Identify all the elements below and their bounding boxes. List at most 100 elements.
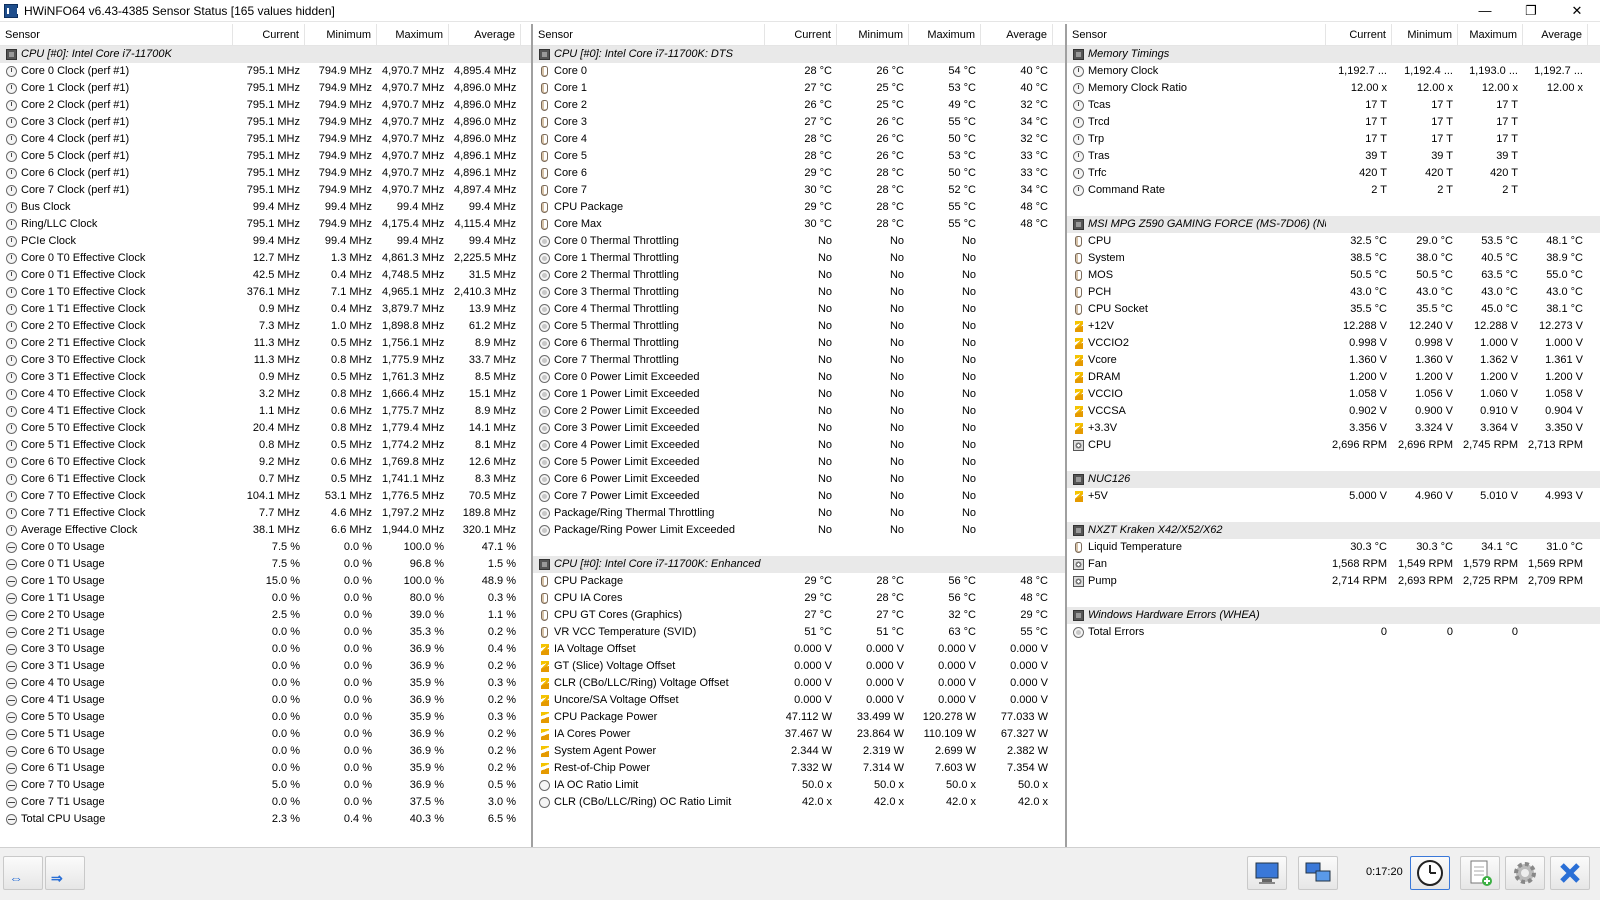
sensor-row[interactable]: CPU Socket 35.5 °C 35.5 °C 45.0 °C 38.1 °C	[1067, 301, 1600, 318]
sensor-row[interactable]: Core 0 28 °C 26 °C 54 °C 40 °C	[533, 63, 1065, 80]
column-header-maximum[interactable]: Maximum	[1458, 24, 1523, 46]
sensor-row[interactable]: Total Errors 0 0 0	[1067, 624, 1600, 641]
sensor-row[interactable]: GT (Slice) Voltage Offset 0.000 V 0.000 V 0…	[533, 658, 1065, 675]
sensor-row[interactable]: Fan 1,568 RPM 1,549 RPM 1,579 RPM 1,569 RPM	[1067, 556, 1600, 573]
sensor-row[interactable]: CPU GT Cores (Graphics) 27 °C 27 °C 32 °C 29…	[533, 607, 1065, 624]
sensor-row[interactable]: +5V 5.000 V 4.960 V 5.010 V 4.993 V	[1067, 488, 1600, 505]
sensor-row[interactable]: Core 6 Power Limit Exceeded No No No	[533, 471, 1065, 488]
collapse-left-button[interactable]: ⇔	[3, 856, 43, 890]
sensor-row[interactable]: Core 2 T0 Usage 2.5 % 0.0 % 39.0 % 1.1 %	[0, 607, 531, 624]
sensor-row[interactable]: +12V 12.288 V 12.240 V 12.288 V 12.273 V	[1067, 318, 1600, 335]
sensor-row[interactable]: MOS 50.5 °C 50.5 °C 63.5 °C 55.0 °C	[1067, 267, 1600, 284]
sensor-row[interactable]: Core 6 T1 Usage 0.0 % 0.0 % 35.9 % 0.2 %	[0, 760, 531, 777]
sensor-row[interactable]: Core 6 T0 Usage 0.0 % 0.0 % 36.9 % 0.2 %	[0, 743, 531, 760]
sensor-row[interactable]: Core 6 29 °C 28 °C 50 °C 33 °C	[533, 165, 1065, 182]
column-header-sensor[interactable]: Sensor	[1067, 24, 1326, 46]
column-header-maximum[interactable]: Maximum	[909, 24, 981, 46]
sensor-row[interactable]: Tcas 17 T 17 T 17 T	[1067, 97, 1600, 114]
column-header-average[interactable]: Average	[981, 24, 1053, 46]
sensor-row[interactable]: Liquid Temperature 30.3 °C 30.3 °C 34.1 °C 3…	[1067, 539, 1600, 556]
sensor-row[interactable]: +3.3V 3.356 V 3.324 V 3.364 V 3.350 V	[1067, 420, 1600, 437]
sensor-row[interactable]: CPU 2,696 RPM 2,696 RPM 2,745 RPM 2,713 RPM	[1067, 437, 1600, 454]
sensor-row[interactable]: VCCIO 1.058 V 1.056 V 1.060 V 1.058 V	[1067, 386, 1600, 403]
maximize-button[interactable]: ❐	[1508, 0, 1554, 22]
sensor-group-header[interactable]: Windows Hardware Errors (WHEA)	[1067, 607, 1600, 624]
sensor-row[interactable]: Core 4 T0 Usage 0.0 % 0.0 % 35.9 % 0.3 %	[0, 675, 531, 692]
sensor-row[interactable]: Tras 39 T 39 T 39 T	[1067, 148, 1600, 165]
sensor-row[interactable]: Core 6 Clock (perf #1) 795.1 MHz 794.9 MHz…	[0, 165, 531, 182]
sensor-row[interactable]: System Agent Power 2.344 W 2.319 W 2.699 W 2…	[533, 743, 1065, 760]
sensor-row[interactable]: CPU Package 29 °C 28 °C 56 °C 48 °C	[533, 573, 1065, 590]
sensor-row[interactable]: Rest-of-Chip Power 7.332 W 7.314 W 7.603 W 7…	[533, 760, 1065, 777]
column-header-sensor[interactable]: Sensor	[533, 24, 765, 46]
sensor-row[interactable]: Average Effective Clock 38.1 MHz 6.6 MHz 1,…	[0, 522, 531, 539]
settings-button[interactable]	[1505, 856, 1545, 890]
sensor-row[interactable]: Core 2 Thermal Throttling No No No	[533, 267, 1065, 284]
sensor-row[interactable]: Core 2 26 °C 25 °C 49 °C 32 °C	[533, 97, 1065, 114]
column-header-minimum[interactable]: Minimum	[1392, 24, 1458, 46]
sensor-row[interactable]: Core 1 Thermal Throttling No No No	[533, 250, 1065, 267]
sensor-row[interactable]: Core 3 Clock (perf #1) 795.1 MHz 794.9 MHz…	[0, 114, 531, 131]
sensor-group-header[interactable]: CPU [#0]: Intel Core i7-11700K: DTS	[533, 46, 1065, 63]
sensor-group-header[interactable]: MSI MPG Z590 GAMING FORCE (MS-7D06) (Nuv…	[1067, 216, 1600, 233]
close-window-button[interactable]: ✕	[1554, 0, 1600, 22]
expand-columns-button[interactable]: ⇒	[45, 856, 85, 890]
sensor-row[interactable]: Core 5 28 °C 26 °C 53 °C 33 °C	[533, 148, 1065, 165]
sensor-row[interactable]: Core 3 27 °C 26 °C 55 °C 34 °C	[533, 114, 1065, 131]
network-button[interactable]	[1298, 856, 1338, 890]
sensor-row[interactable]: Core 7 T1 Effective Clock 7.7 MHz 4.6 MHz 1…	[0, 505, 531, 522]
sensor-row[interactable]: Core 0 T0 Usage 7.5 % 0.0 % 100.0 % 47.1 %	[0, 539, 531, 556]
sensor-group-header[interactable]: Memory Timings	[1067, 46, 1600, 63]
sensor-row[interactable]: Core 6 T1 Effective Clock 0.7 MHz 0.5 MHz 1…	[0, 471, 531, 488]
close-button[interactable]	[1550, 856, 1590, 890]
sensor-group-header[interactable]: CPU [#0]: Intel Core i7-11700K: Enhanced	[533, 556, 1065, 573]
sensor-row[interactable]: VCCSA 0.902 V 0.900 V 0.910 V 0.904 V	[1067, 403, 1600, 420]
sensor-row[interactable]: Core 4 Thermal Throttling No No No	[533, 301, 1065, 318]
sensor-row[interactable]: IA Cores Power 37.467 W 23.864 W 110.109 W 6…	[533, 726, 1065, 743]
sensor-pane-3[interactable]: Sensor Current Minimum Maximum Average Memory…	[1067, 24, 1600, 847]
sensor-row[interactable]: Core 5 T1 Usage 0.0 % 0.0 % 36.9 % 0.2 %	[0, 726, 531, 743]
sensor-row[interactable]: CPU 32.5 °C 29.0 °C 53.5 °C 48.1 °C	[1067, 233, 1600, 250]
column-header-sensor[interactable]: Sensor	[0, 24, 233, 46]
sensor-row[interactable]: Command Rate 2 T 2 T 2 T	[1067, 182, 1600, 199]
sensor-row[interactable]: Core 3 T0 Usage 0.0 % 0.0 % 36.9 % 0.4 %	[0, 641, 531, 658]
sensor-row[interactable]: Core 6 T0 Effective Clock 9.2 MHz 0.6 MHz 1…	[0, 454, 531, 471]
sensor-pane-2[interactable]: Sensor Current Minimum Maximum Average CPU [#…	[533, 24, 1067, 847]
sensor-row[interactable]: Core 5 Power Limit Exceeded No No No	[533, 454, 1065, 471]
column-header-minimum[interactable]: Minimum	[305, 24, 377, 46]
sensor-row[interactable]: Total CPU Usage 2.3 % 0.4 % 40.3 % 6.5 %	[0, 811, 531, 828]
sensor-row[interactable]: Core 2 T0 Effective Clock 7.3 MHz 1.0 MHz 1…	[0, 318, 531, 335]
sensor-row[interactable]: Core 3 T0 Effective Clock 11.3 MHz 0.8 MHz…	[0, 352, 531, 369]
add-log-button[interactable]	[1460, 856, 1500, 890]
sensor-row[interactable]: PCH 43.0 °C 43.0 °C 43.0 °C 43.0 °C	[1067, 284, 1600, 301]
sensor-row[interactable]: CPU IA Cores 29 °C 28 °C 56 °C 48 °C	[533, 590, 1065, 607]
sensor-row[interactable]: Core 0 T1 Usage 7.5 % 0.0 % 96.8 % 1.5 %	[0, 556, 531, 573]
sensor-row[interactable]: CLR (CBo/LLC/Ring) Voltage Offset 0.000 V…	[533, 675, 1065, 692]
sensor-row[interactable]: Core 5 T0 Effective Clock 20.4 MHz 0.8 MHz…	[0, 420, 531, 437]
sensor-row[interactable]: Core 5 Thermal Throttling No No No	[533, 318, 1065, 335]
sensor-group-header[interactable]: NUC126	[1067, 471, 1600, 488]
monitor-button[interactable]	[1247, 856, 1287, 890]
sensor-row[interactable]: Core 7 Thermal Throttling No No No	[533, 352, 1065, 369]
sensor-row[interactable]: Core 4 28 °C 26 °C 50 °C 32 °C	[533, 131, 1065, 148]
sensor-row[interactable]: VCCIO2 0.998 V 0.998 V 1.000 V 1.000 V	[1067, 335, 1600, 352]
sensor-row[interactable]: Core 1 27 °C 25 °C 53 °C 40 °C	[533, 80, 1065, 97]
sensor-row[interactable]: Pump 2,714 RPM 2,693 RPM 2,725 RPM 2,709 RPM	[1067, 573, 1600, 590]
sensor-row[interactable]: Core 0 Power Limit Exceeded No No No	[533, 369, 1065, 386]
sensor-row[interactable]: Vcore 1.360 V 1.360 V 1.362 V 1.361 V	[1067, 352, 1600, 369]
sensor-row[interactable]: PCIe Clock 99.4 MHz 99.4 MHz 99.4 MHz 99.4 M…	[0, 233, 531, 250]
sensor-row[interactable]: CPU Package 29 °C 28 °C 55 °C 48 °C	[533, 199, 1065, 216]
sensor-row[interactable]: Core 6 Thermal Throttling No No No	[533, 335, 1065, 352]
sensor-row[interactable]: Core 0 T0 Effective Clock 12.7 MHz 1.3 MHz…	[0, 250, 531, 267]
column-header-current[interactable]: Current	[765, 24, 837, 46]
column-header-maximum[interactable]: Maximum	[377, 24, 449, 46]
sensor-row[interactable]: Core 1 T1 Effective Clock 0.9 MHz 0.4 MHz 3…	[0, 301, 531, 318]
sensor-row[interactable]: Core 3 Thermal Throttling No No No	[533, 284, 1065, 301]
sensor-row[interactable]: Core 4 Clock (perf #1) 795.1 MHz 794.9 MHz…	[0, 131, 531, 148]
sensor-row[interactable]: Core 7 T0 Effective Clock 104.1 MHz 53.1 M…	[0, 488, 531, 505]
column-header-average[interactable]: Average	[1523, 24, 1588, 46]
column-header-current[interactable]: Current	[1326, 24, 1392, 46]
sensor-row[interactable]: Memory Clock Ratio 12.00 x 12.00 x 12.00 x 1…	[1067, 80, 1600, 97]
sensor-row[interactable]: Trp 17 T 17 T 17 T	[1067, 131, 1600, 148]
sensor-row[interactable]: Trcd 17 T 17 T 17 T	[1067, 114, 1600, 131]
